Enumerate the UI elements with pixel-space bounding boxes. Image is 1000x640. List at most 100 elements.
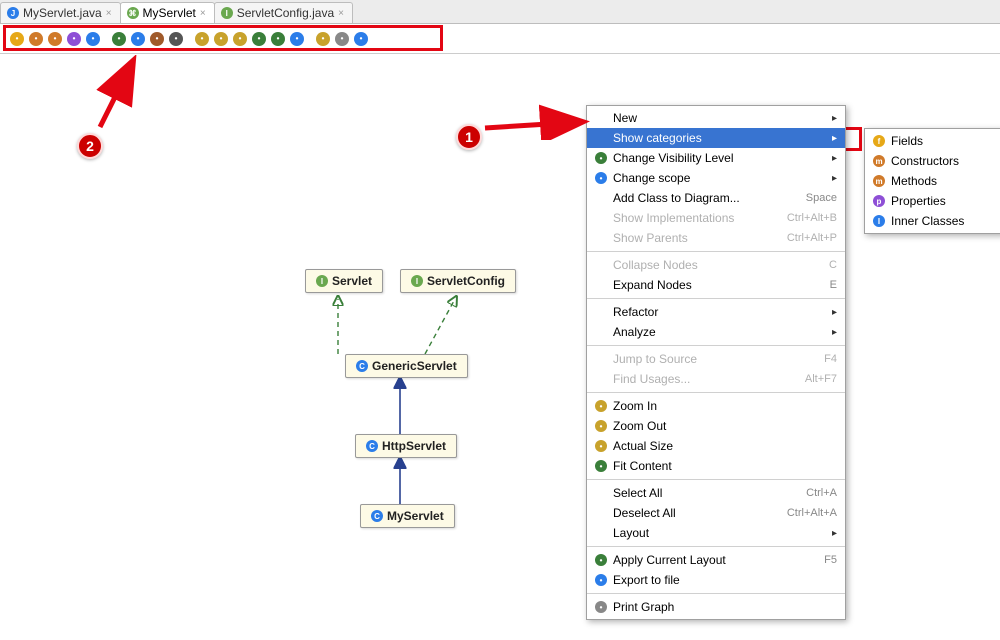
diagram-toolbar: •••••••••••••••••• xyxy=(4,28,374,50)
submenu-item-label: Inner Classes xyxy=(891,214,995,228)
diagram-icon: ⌘ xyxy=(127,7,139,19)
toolbar-cat-properties-button[interactable]: • xyxy=(65,30,83,48)
tab-myservlet-java[interactable]: J MyServlet.java × xyxy=(0,2,121,23)
node-httpservlet[interactable]: C HttpServlet xyxy=(355,434,457,458)
menu-item-export-to-file[interactable]: •Export to file xyxy=(587,570,845,590)
category-icon: p xyxy=(873,195,885,207)
submenu-item-inner-classes[interactable]: I Inner Classes xyxy=(865,211,1000,231)
menu-item-label: Show categories xyxy=(613,131,824,145)
zoom-in-icon: • xyxy=(195,32,209,46)
toolbar-zoom-out-button[interactable]: • xyxy=(212,30,230,48)
toolbar-link-button[interactable]: • xyxy=(167,30,185,48)
tab-close-icon[interactable]: × xyxy=(338,8,344,19)
fit-content-icon: • xyxy=(252,32,266,46)
toolbar-export-button[interactable]: • xyxy=(352,30,370,48)
cat-inner-icon: • xyxy=(86,32,100,46)
interface-icon: I xyxy=(316,275,328,287)
tab-close-icon[interactable]: × xyxy=(106,8,112,19)
menu-item-actual-size[interactable]: • Actual Size xyxy=(587,436,845,456)
toolbar-print-button[interactable]: • xyxy=(333,30,351,48)
node-myservlet[interactable]: C MyServlet xyxy=(360,504,455,528)
menu-item-show-categories[interactable]: Show categories▸ xyxy=(587,128,845,148)
toolbar-actual-size-button[interactable]: • xyxy=(231,30,249,48)
menu-item-shortcut: Alt+F7 xyxy=(805,373,837,385)
java-file-icon: J xyxy=(7,7,19,19)
annotation-arrow-1 xyxy=(480,100,590,140)
menu-item-label: New xyxy=(613,111,824,125)
node-servlet[interactable]: I Servlet xyxy=(305,269,383,293)
menu-item-zoom-in[interactable]: •Zoom In xyxy=(587,396,845,416)
toolbar-apply-layout-button[interactable]: • xyxy=(269,30,287,48)
menu-item-refactor[interactable]: Refactor▸ xyxy=(587,302,845,322)
menu-item-change-scope[interactable]: •Change scope▸ xyxy=(587,168,845,188)
menu-item-select-all[interactable]: Select All Ctrl+A xyxy=(587,483,845,503)
context-submenu: fFieldsmConstructorsmMethods p Properties I… xyxy=(864,128,1000,234)
submenu-arrow-icon: ▸ xyxy=(832,528,837,539)
submenu-arrow-icon: ▸ xyxy=(832,153,837,164)
menu-item-apply-current-layout[interactable]: •Apply Current LayoutF5 xyxy=(587,550,845,570)
menu-item-shortcut: Ctrl+Alt+A xyxy=(787,507,837,519)
submenu-item-fields[interactable]: fFields xyxy=(865,131,1000,151)
cat-properties-icon: • xyxy=(67,32,81,46)
menu-item-collapse-nodes: Collapse NodesC xyxy=(587,255,845,275)
toolbar-cat-inner-button[interactable]: • xyxy=(84,30,102,48)
category-icon: I xyxy=(873,215,885,227)
menu-item-shortcut: Ctrl+Alt+P xyxy=(787,232,837,244)
menu-item-zoom-out[interactable]: •Zoom Out xyxy=(587,416,845,436)
zoom-in-icon: • xyxy=(595,400,607,412)
menu-item-find-usages-: Find Usages...Alt+F7 xyxy=(587,369,845,389)
toolbar-cat-fields-button[interactable]: • xyxy=(8,30,26,48)
toolbar-visibility-button[interactable]: • xyxy=(110,30,128,48)
toolbar-scope-button[interactable]: • xyxy=(129,30,147,48)
tab-servletconfig-java[interactable]: I ServletConfig.java × xyxy=(214,2,353,23)
submenu-item-constructors[interactable]: mConstructors xyxy=(865,151,1000,171)
toolbar-edit-colors-button[interactable]: • xyxy=(148,30,166,48)
menu-item-label: Apply Current Layout xyxy=(613,553,808,567)
tab-close-icon[interactable]: × xyxy=(200,8,206,19)
menu-item-shortcut: Ctrl+A xyxy=(806,487,837,499)
category-icon: m xyxy=(873,155,885,167)
menu-item-layout[interactable]: Layout▸ xyxy=(587,523,845,543)
toolbar-fit-content-button[interactable]: • xyxy=(250,30,268,48)
node-label: HttpServlet xyxy=(382,439,446,453)
submenu-arrow-icon: ▸ xyxy=(832,327,837,338)
apply-layout-icon: • xyxy=(595,554,607,566)
tab-label: MyServlet.java xyxy=(23,6,102,20)
menu-item-label: Analyze xyxy=(613,325,824,339)
menu-item-add-class-to-diagram-[interactable]: Add Class to Diagram...Space xyxy=(587,188,845,208)
category-icon: f xyxy=(873,135,885,147)
export-icon: • xyxy=(595,574,607,586)
node-servletconfig[interactable]: I ServletConfig xyxy=(400,269,516,293)
node-genericservlet[interactable]: C GenericServlet xyxy=(345,354,468,378)
actual-size-icon: • xyxy=(595,440,607,452)
diagram-canvas[interactable]: I Servlet I ServletConfig C GenericServl… xyxy=(0,54,1000,640)
editor-tabbar: J MyServlet.java × ⌘ MyServlet × I Servl… xyxy=(0,0,1000,24)
scope-icon: • xyxy=(131,32,145,46)
tab-label: MyServlet xyxy=(143,6,196,20)
submenu-item-methods[interactable]: mMethods xyxy=(865,171,1000,191)
annotation-badge-2: 2 xyxy=(77,133,103,159)
visibility-icon: • xyxy=(112,32,126,46)
menu-item-label: Change Visibility Level xyxy=(613,151,824,165)
menu-item-print-graph[interactable]: •Print Graph xyxy=(587,597,845,617)
toolbar-cat-methods-button[interactable]: • xyxy=(46,30,64,48)
menu-item-new[interactable]: New▸ xyxy=(587,108,845,128)
menu-item-expand-nodes[interactable]: Expand NodesE xyxy=(587,275,845,295)
menu-item-deselect-all[interactable]: Deselect AllCtrl+Alt+A xyxy=(587,503,845,523)
toolbar-cat-constructors-button[interactable]: • xyxy=(27,30,45,48)
menu-item-label: Actual Size xyxy=(613,439,837,453)
menu-item-shortcut: Ctrl+Alt+B xyxy=(787,212,837,224)
menu-item-analyze[interactable]: Analyze ▸ xyxy=(587,322,845,342)
node-label: GenericServlet xyxy=(372,359,457,373)
submenu-item-properties[interactable]: p Properties xyxy=(865,191,1000,211)
menu-item-label: Select All xyxy=(613,486,790,500)
menu-item-fit-content[interactable]: •Fit Content xyxy=(587,456,845,476)
menu-item-change-visibility-level[interactable]: •Change Visibility Level▸ xyxy=(587,148,845,168)
toolbar-save-layout-button[interactable]: • xyxy=(288,30,306,48)
toolbar-zoom-in-button[interactable]: • xyxy=(193,30,211,48)
tab-myservlet-diagram[interactable]: ⌘ MyServlet × xyxy=(120,2,215,23)
submenu-arrow-icon: ▸ xyxy=(832,307,837,318)
toolbar-copy-button[interactable]: • xyxy=(314,30,332,48)
submenu-item-label: Properties xyxy=(891,194,995,208)
menu-item-label: Change scope xyxy=(613,171,824,185)
